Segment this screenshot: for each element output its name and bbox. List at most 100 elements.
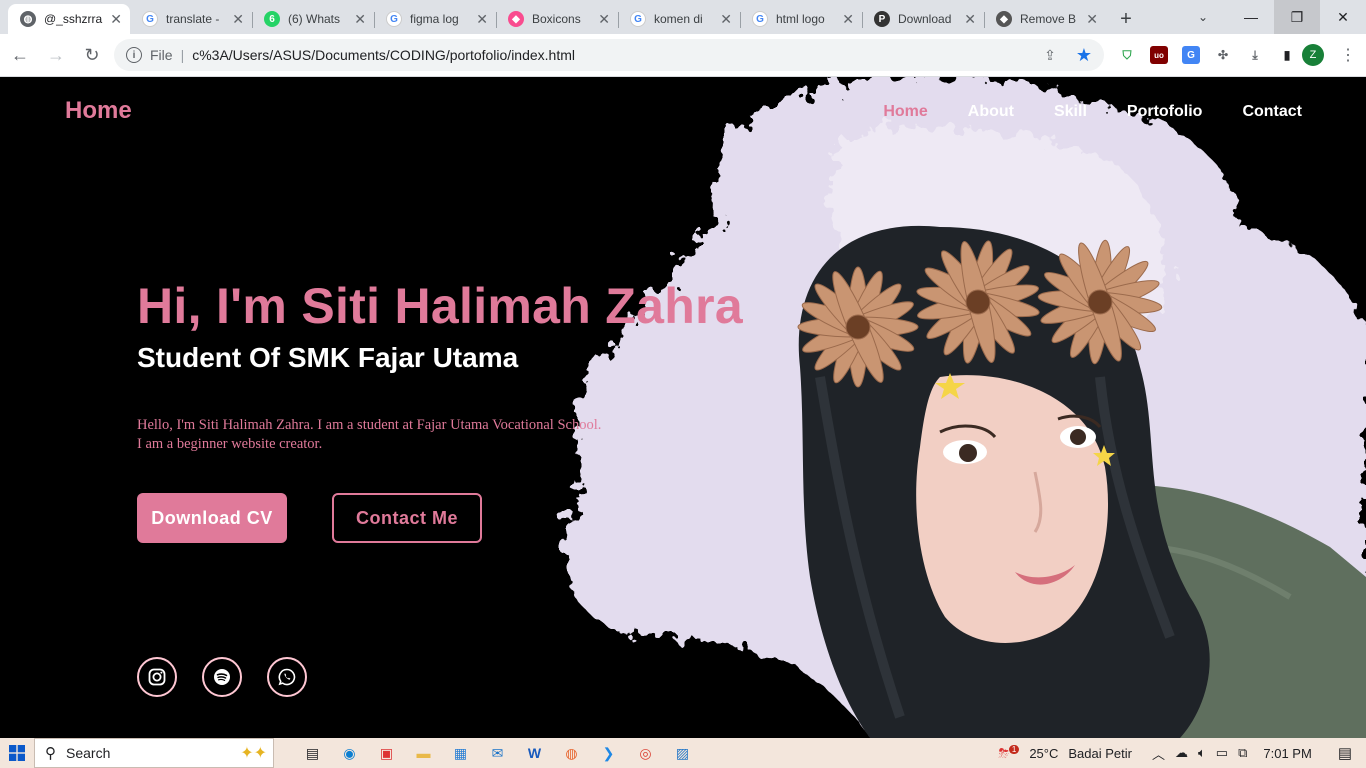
weather-temp[interactable]: 25°C: [1029, 746, 1058, 761]
hero-desc-line-1: Hello, I'm Siti Halimah Zahra. I am a st…: [137, 417, 602, 433]
menu-kebab-icon[interactable]: ⋮: [1340, 45, 1356, 65]
side-panel-icon[interactable]: ▮: [1278, 46, 1296, 64]
volume-icon[interactable]: 🔈︎: [1198, 745, 1206, 761]
taskbar-apps: ▤ ◉ ▣ ▬ ▦ ✉ W ◍ ❯ ◎ ▨: [294, 738, 701, 768]
chrome-icon[interactable]: ◎: [627, 738, 664, 768]
google-translate-icon[interactable]: G: [1182, 46, 1200, 64]
display-icon[interactable]: ⧉: [1238, 745, 1247, 761]
whatsapp-link[interactable]: [267, 657, 307, 697]
word-icon[interactable]: W: [516, 738, 553, 768]
windows-taskbar: ⚲ Search ✦✦ ▤ ◉ ▣ ▬ ▦ ✉ W ◍ ❯ ◎ ▨ ⛈ 1 25°…: [0, 738, 1366, 768]
contact-me-button[interactable]: Contact Me: [332, 493, 482, 543]
close-tab-icon[interactable]: ✕: [964, 11, 976, 28]
close-tab-icon[interactable]: ✕: [842, 11, 854, 28]
profile-avatar[interactable]: Z: [1302, 44, 1324, 66]
share-icon[interactable]: ⇪: [1044, 47, 1056, 64]
site-nav: Home About Skill Portofolio Contact: [843, 103, 1302, 121]
ublock-icon[interactable]: uo: [1150, 46, 1168, 64]
taskbar-search-label: Search: [66, 745, 111, 761]
instagram-link[interactable]: [137, 657, 177, 697]
site-info-icon[interactable]: i: [126, 47, 142, 63]
whatsapp-icon: [278, 668, 296, 686]
windows-logo-icon: [9, 745, 25, 761]
minimize-button[interactable]: —: [1228, 0, 1274, 34]
microsoft-store-icon[interactable]: ▦: [442, 738, 479, 768]
restore-button[interactable]: ❐: [1274, 0, 1320, 34]
close-tab-icon[interactable]: ✕: [232, 11, 244, 28]
tab-title: @_sshzrra: [44, 12, 103, 26]
back-button[interactable]: ←: [4, 39, 36, 71]
tab-title: Download: [898, 12, 952, 26]
browser-tab[interactable]: ◆ Boxicons ✕: [496, 4, 618, 34]
close-tab-icon[interactable]: ✕: [720, 11, 732, 28]
browser-tab[interactable]: Gtranslate - ✕: [130, 4, 252, 34]
nav-contact[interactable]: Contact: [1242, 103, 1302, 121]
battery-icon[interactable]: ▭: [1216, 745, 1228, 761]
start-button[interactable]: [0, 738, 34, 768]
reload-button[interactable]: ↻: [76, 39, 108, 71]
search-icon: ⚲: [45, 745, 56, 762]
url-text[interactable]: c%3A/Users/ASUS/Documents/CODING/portofo…: [192, 47, 1044, 63]
bookmark-star-icon[interactable]: ★: [1076, 45, 1092, 66]
spotify-link[interactable]: [202, 657, 242, 697]
browser-tab[interactable]: ◆ Remove B ✕: [984, 4, 1106, 34]
hero-desc-line-2: I am a beginner website creator.: [137, 436, 323, 452]
vscode-icon[interactable]: ❯: [590, 738, 627, 768]
taskbar-search-box[interactable]: ⚲ Search ✦✦: [34, 738, 274, 768]
new-tab-button[interactable]: +: [1106, 4, 1146, 34]
address-bar[interactable]: i File | c%3A/Users/ASUS/Documents/CODIN…: [114, 39, 1104, 71]
google-icon: G: [630, 11, 646, 27]
close-tab-icon[interactable]: ✕: [476, 11, 488, 28]
gift-app-icon[interactable]: ▣: [368, 738, 405, 768]
weather-icon[interactable]: ⛈ 1: [998, 744, 1020, 761]
mail-icon[interactable]: ✉: [479, 738, 516, 768]
close-tab-icon[interactable]: ✕: [598, 11, 610, 28]
clock-time[interactable]: 7:01 PM: [1263, 746, 1311, 761]
browser-tab[interactable]: Ghtml logo ✕: [740, 4, 862, 34]
nav-skill[interactable]: Skill: [1054, 103, 1087, 121]
browser-tab[interactable]: Gkomen di ✕: [618, 4, 740, 34]
tab-title: (6) Whats: [288, 12, 341, 26]
whatsapp-icon: 6: [264, 11, 280, 27]
nav-portofolio[interactable]: Portofolio: [1127, 103, 1203, 121]
nav-home[interactable]: Home: [883, 103, 927, 121]
google-icon: G: [752, 11, 768, 27]
show-hidden-icons[interactable]: ︿: [1152, 744, 1165, 763]
download-icon[interactable]: ⤓: [1246, 46, 1264, 64]
close-window-button[interactable]: ✕: [1320, 0, 1366, 34]
site-logo[interactable]: Home: [65, 97, 132, 125]
tab-title: figma log: [410, 12, 459, 26]
browser-tab[interactable]: Gfigma log ✕: [374, 4, 496, 34]
google-icon: G: [386, 11, 402, 27]
removebg-icon: ◆: [996, 11, 1012, 27]
browser-tab[interactable]: 6 (6) Whats ✕: [252, 4, 374, 34]
forward-button[interactable]: →: [40, 39, 72, 71]
edge-icon[interactable]: ◉: [331, 738, 368, 768]
system-tray: ⛈ 1 25°C Badai Petir ︿ ☁ 🔈︎ ▭ ⧉ 7:01 PM ▤: [998, 738, 1366, 768]
close-tab-icon[interactable]: ✕: [1086, 11, 1098, 28]
profile-photo: [797, 225, 1366, 738]
task-view-icon[interactable]: ▤: [294, 738, 331, 768]
spotify-icon: [214, 669, 230, 685]
weather-desc[interactable]: Badai Petir: [1068, 746, 1132, 761]
hero-title: Hi, I'm Siti Halimah Zahra: [137, 278, 743, 334]
tab-title: html logo: [776, 12, 825, 26]
notifications-icon[interactable]: ▤: [1338, 744, 1352, 762]
tab-title: komen di: [654, 12, 703, 26]
file-explorer-icon[interactable]: ▬: [405, 738, 442, 768]
tab-strip: ◍ @_sshzrra ✕ Gtranslate - ✕ 6 (6) Whats ✕ Gfigm…: [0, 0, 1366, 34]
tab-title: translate -: [166, 12, 220, 26]
photos-icon[interactable]: ▨: [664, 738, 701, 768]
extensions-puzzle-icon[interactable]: ✣: [1214, 46, 1232, 64]
adguard-shield-icon[interactable]: ⛉: [1118, 46, 1136, 64]
network-icon[interactable]: ☁: [1175, 745, 1188, 761]
browser-tab[interactable]: ◍ @_sshzrra ✕: [8, 4, 130, 34]
close-tab-icon[interactable]: ✕: [354, 11, 366, 28]
tab-search-icon[interactable]: ⌄: [1188, 0, 1218, 34]
download-cv-button[interactable]: Download CV: [137, 493, 287, 543]
app-orange-icon[interactable]: ◍: [553, 738, 590, 768]
globe-icon: ◍: [20, 11, 36, 27]
browser-tab[interactable]: P Download ✕: [862, 4, 984, 34]
nav-about[interactable]: About: [968, 103, 1014, 121]
close-tab-icon[interactable]: ✕: [110, 11, 122, 28]
